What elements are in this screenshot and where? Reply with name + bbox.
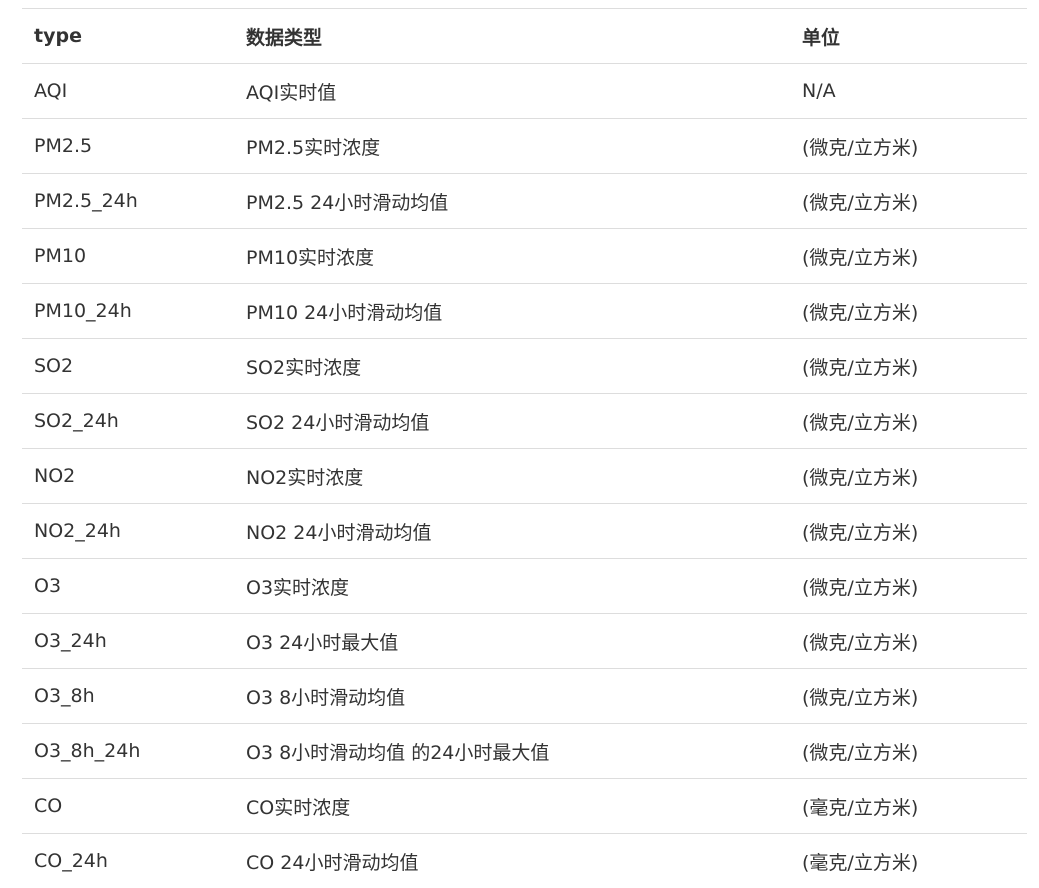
cell-unit: (微克/立方米) bbox=[790, 174, 1027, 229]
cell-type: CO bbox=[22, 779, 234, 834]
table-row: COCO实时浓度(毫克/立方米) bbox=[22, 779, 1027, 834]
cell-type: AQI bbox=[22, 64, 234, 119]
cell-data-type: CO 24小时滑动均值 bbox=[234, 834, 790, 888]
cell-type: PM10_24h bbox=[22, 284, 234, 339]
table-row: PM10PM10实时浓度(微克/立方米) bbox=[22, 229, 1027, 284]
cell-type: SO2 bbox=[22, 339, 234, 394]
cell-type: CO_24h bbox=[22, 834, 234, 888]
cell-data-type: NO2实时浓度 bbox=[234, 449, 790, 504]
table-row: PM2.5PM2.5实时浓度(微克/立方米) bbox=[22, 119, 1027, 174]
table-row: CO_24hCO 24小时滑动均值(毫克/立方米) bbox=[22, 834, 1027, 888]
table-row: SO2_24hSO2 24小时滑动均值(微克/立方米) bbox=[22, 394, 1027, 449]
cell-unit: (微克/立方米) bbox=[790, 504, 1027, 559]
table-row: AQIAQI实时值N/A bbox=[22, 64, 1027, 119]
cell-unit: (微克/立方米) bbox=[790, 614, 1027, 669]
cell-data-type: PM2.5 24小时滑动均值 bbox=[234, 174, 790, 229]
header-data-type: 数据类型 bbox=[234, 9, 790, 64]
table-row: SO2SO2实时浓度(微克/立方米) bbox=[22, 339, 1027, 394]
cell-type: PM2.5_24h bbox=[22, 174, 234, 229]
table-row: O3_8hO3 8小时滑动均值(微克/立方米) bbox=[22, 669, 1027, 724]
table-row: O3_24hO3 24小时最大值(微克/立方米) bbox=[22, 614, 1027, 669]
cell-data-type: PM10实时浓度 bbox=[234, 229, 790, 284]
table-row: NO2NO2实时浓度(微克/立方米) bbox=[22, 449, 1027, 504]
table-row: PM10_24hPM10 24小时滑动均值(微克/立方米) bbox=[22, 284, 1027, 339]
cell-unit: N/A bbox=[790, 64, 1027, 119]
cell-unit: (微克/立方米) bbox=[790, 394, 1027, 449]
cell-data-type: O3实时浓度 bbox=[234, 559, 790, 614]
cell-data-type: O3 8小时滑动均值 bbox=[234, 669, 790, 724]
table-row: NO2_24hNO2 24小时滑动均值(微克/立方米) bbox=[22, 504, 1027, 559]
cell-data-type: O3 24小时最大值 bbox=[234, 614, 790, 669]
cell-unit: (微克/立方米) bbox=[790, 724, 1027, 779]
cell-data-type: CO实时浓度 bbox=[234, 779, 790, 834]
cell-type: O3_24h bbox=[22, 614, 234, 669]
table-body: AQIAQI实时值N/APM2.5PM2.5实时浓度(微克/立方米)PM2.5_… bbox=[22, 64, 1027, 888]
cell-unit: (微克/立方米) bbox=[790, 339, 1027, 394]
table-row: O3_8h_24hO3 8小时滑动均值 的24小时最大值(微克/立方米) bbox=[22, 724, 1027, 779]
cell-unit: (微克/立方米) bbox=[790, 559, 1027, 614]
cell-unit: (微克/立方米) bbox=[790, 229, 1027, 284]
cell-data-type: AQI实时值 bbox=[234, 64, 790, 119]
cell-unit: (微克/立方米) bbox=[790, 669, 1027, 724]
header-row: type 数据类型 单位 bbox=[22, 9, 1027, 64]
cell-data-type: SO2实时浓度 bbox=[234, 339, 790, 394]
cell-type: PM2.5 bbox=[22, 119, 234, 174]
data-type-table: type 数据类型 单位 AQIAQI实时值N/APM2.5PM2.5实时浓度(… bbox=[22, 8, 1027, 888]
table-row: O3O3实时浓度(微克/立方米) bbox=[22, 559, 1027, 614]
cell-type: PM10 bbox=[22, 229, 234, 284]
cell-unit: (毫克/立方米) bbox=[790, 779, 1027, 834]
cell-unit: (微克/立方米) bbox=[790, 119, 1027, 174]
cell-data-type: PM2.5实时浓度 bbox=[234, 119, 790, 174]
cell-type: NO2 bbox=[22, 449, 234, 504]
cell-type: SO2_24h bbox=[22, 394, 234, 449]
table-row: PM2.5_24hPM2.5 24小时滑动均值(微克/立方米) bbox=[22, 174, 1027, 229]
cell-data-type: NO2 24小时滑动均值 bbox=[234, 504, 790, 559]
cell-unit: (毫克/立方米) bbox=[790, 834, 1027, 888]
cell-type: O3_8h bbox=[22, 669, 234, 724]
cell-unit: (微克/立方米) bbox=[790, 449, 1027, 504]
header-unit: 单位 bbox=[790, 9, 1027, 64]
data-table-container: type 数据类型 单位 AQIAQI实时值N/APM2.5PM2.5实时浓度(… bbox=[22, 8, 1027, 888]
cell-unit: (微克/立方米) bbox=[790, 284, 1027, 339]
header-type: type bbox=[22, 9, 234, 64]
cell-data-type: PM10 24小时滑动均值 bbox=[234, 284, 790, 339]
cell-type: O3_8h_24h bbox=[22, 724, 234, 779]
table-header: type 数据类型 单位 bbox=[22, 9, 1027, 64]
cell-data-type: O3 8小时滑动均值 的24小时最大值 bbox=[234, 724, 790, 779]
cell-type: NO2_24h bbox=[22, 504, 234, 559]
cell-type: O3 bbox=[22, 559, 234, 614]
cell-data-type: SO2 24小时滑动均值 bbox=[234, 394, 790, 449]
